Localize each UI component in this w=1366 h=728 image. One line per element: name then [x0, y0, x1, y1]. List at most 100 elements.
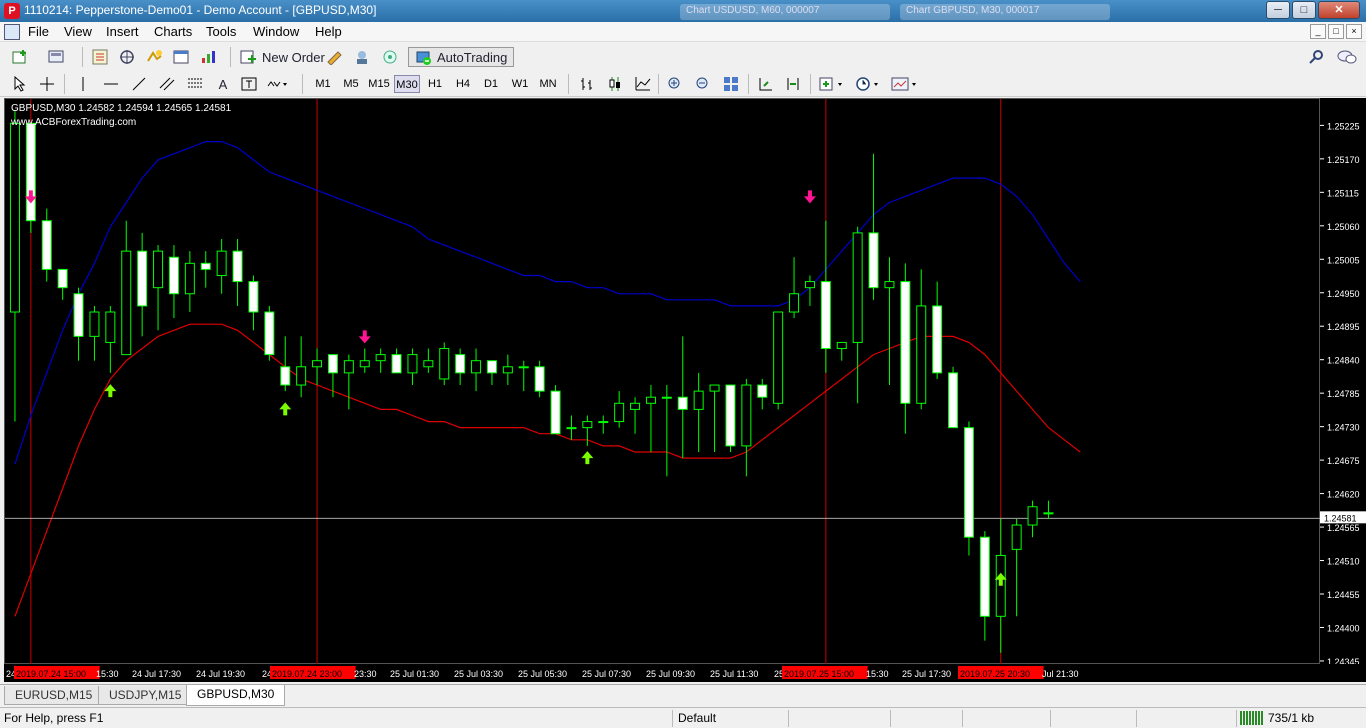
vertical-line-icon[interactable]: [72, 74, 94, 94]
auto-scroll-icon[interactable]: [754, 74, 776, 94]
zoom-out-icon[interactable]: [692, 74, 714, 94]
mdi-close-button[interactable]: ×: [1346, 24, 1362, 39]
time-tick-label: 25 Jul 09:30: [646, 669, 695, 679]
menu-help[interactable]: Help: [315, 24, 342, 39]
bar-chart-icon[interactable]: [576, 74, 598, 94]
navigator-icon[interactable]: [144, 47, 166, 67]
timeframe-m30[interactable]: M30: [394, 75, 420, 93]
new-chart-icon[interactable]: [10, 47, 32, 67]
price-tick-label: 1.25005: [1327, 255, 1360, 265]
timeframe-h4[interactable]: H4: [450, 75, 476, 93]
menu-file[interactable]: File: [28, 24, 49, 39]
timeframe-mn[interactable]: MN: [535, 75, 561, 93]
mdi-minimize-button[interactable]: _: [1310, 24, 1326, 39]
chart-window-icon[interactable]: [4, 24, 20, 40]
status-divider: [1050, 710, 1051, 727]
toolbar-separator: [64, 74, 65, 94]
text-label-icon[interactable]: [238, 74, 260, 94]
trendline-icon[interactable]: [128, 74, 150, 94]
time-tick-label: Jul 21:30: [1042, 669, 1079, 679]
time-tick-label: 25 Jul 05:30: [518, 669, 567, 679]
price-chart[interactable]: GBPUSD,M30 1.24582 1.24594 1.24565 1.245…: [4, 98, 1321, 665]
tab-usdjpy-m15[interactable]: USDJPY,M15: [98, 686, 193, 705]
status-divider: [1236, 710, 1237, 727]
timeframe-d1[interactable]: D1: [478, 75, 504, 93]
candle-body: [916, 305, 927, 404]
chart-symbol-ohlc: GBPUSD,M30 1.24582 1.24594 1.24565 1.245…: [11, 103, 232, 114]
menu-insert[interactable]: Insert: [106, 24, 139, 39]
timeframe-m5[interactable]: M5: [338, 75, 364, 93]
window-title: 1110214: Pepperstone-Demo01 - Demo Accou…: [24, 3, 377, 17]
tab-eurusd-m15[interactable]: EURUSD,M15: [4, 686, 104, 705]
price-axis[interactable]: 1.25225 1.25170 1.25115 1.25060 1.25005 1.249…: [1320, 98, 1366, 667]
candlestick-icon[interactable]: [604, 74, 626, 94]
candle-body: [836, 341, 847, 350]
mdi-controls: _ □ ×: [1310, 24, 1362, 39]
timeframe-m15[interactable]: M15: [366, 75, 392, 93]
market-watch-icon[interactable]: [90, 47, 112, 67]
new-order-button[interactable]: New Order: [236, 47, 329, 67]
candle-body: [121, 250, 132, 356]
signals-icon[interactable]: [352, 47, 374, 67]
profiles-icon[interactable]: [46, 47, 68, 67]
mdi-restore-button[interactable]: □: [1328, 24, 1344, 39]
price-tick-label: 1.25060: [1327, 222, 1360, 232]
line-chart-icon[interactable]: [632, 74, 654, 94]
cursor-icon[interactable]: [8, 74, 30, 94]
menu-view[interactable]: View: [64, 24, 92, 39]
candle-body: [804, 281, 815, 289]
price-tick-label: 1.24785: [1327, 389, 1360, 399]
maximize-button[interactable]: □: [1292, 1, 1316, 19]
community-icon[interactable]: [380, 47, 402, 67]
chart-shift-icon[interactable]: [782, 74, 804, 94]
status-divider: [672, 710, 673, 727]
tab-gbpusd-m30[interactable]: GBPUSD,M30: [186, 685, 286, 706]
minimize-button[interactable]: ─: [1266, 1, 1290, 19]
toolbar-separator: [230, 47, 231, 67]
menu-window[interactable]: Window: [253, 24, 299, 39]
autotrading-button[interactable]: AutoTrading: [408, 47, 515, 67]
terminal-icon[interactable]: [171, 47, 193, 67]
background-window-tab[interactable]: Chart USDUSD, M60, 000007: [680, 4, 890, 20]
horizontal-line-icon[interactable]: [100, 74, 122, 94]
menu-tools[interactable]: Tools: [206, 24, 236, 39]
periods-dropdown-icon[interactable]: [854, 74, 882, 94]
crosshair-icon[interactable]: [36, 74, 58, 94]
time-tick-label: 25 Jul 17:30: [902, 669, 951, 679]
chart-canvas[interactable]: [5, 99, 1321, 665]
toolbar-separator: [658, 74, 659, 94]
zoom-in-icon[interactable]: [664, 74, 686, 94]
autotrading-label: AutoTrading: [437, 49, 508, 65]
current-price-label: 1.24581: [1324, 513, 1357, 523]
close-button[interactable]: ✕: [1318, 1, 1360, 19]
candle-body: [820, 281, 831, 350]
timeframe-w1[interactable]: W1: [507, 75, 533, 93]
text-tool-icon[interactable]: A: [212, 74, 234, 94]
tile-windows-icon[interactable]: [720, 74, 742, 94]
strategy-tester-icon[interactable]: [198, 47, 220, 67]
time-axis[interactable]: 24 2019.07.24 15:00 15:30 24 Jul 17:30 24 Ju…: [4, 664, 1366, 682]
chart-toolbar: A M1 M5 M15 M30 H1 H4 D1 W1 MN: [0, 71, 1366, 97]
arrows-dropdown-icon[interactable]: [266, 74, 288, 94]
data-window-icon[interactable]: [117, 47, 139, 67]
chat-icon[interactable]: [1336, 47, 1358, 67]
connection-status-icon[interactable]: [1240, 711, 1264, 725]
candle-body: [73, 293, 84, 337]
candle-body: [757, 384, 768, 398]
new-order-label: New Order: [262, 49, 325, 65]
candle-body: [407, 354, 418, 374]
background-window-tab[interactable]: Chart GBPUSD, M30, 000017: [900, 4, 1110, 20]
price-tick-label: 1.24565: [1327, 523, 1360, 533]
timeframe-h1[interactable]: H1: [422, 75, 448, 93]
fibonacci-icon[interactable]: [184, 74, 206, 94]
search-icon[interactable]: [1306, 47, 1328, 67]
equidistant-channel-icon[interactable]: [156, 74, 178, 94]
candle-body: [280, 366, 291, 386]
timeframe-m1[interactable]: M1: [310, 75, 336, 93]
status-profile: Default: [678, 711, 717, 725]
menu-charts[interactable]: Charts: [154, 24, 192, 39]
metaeditor-icon[interactable]: [324, 47, 346, 67]
indicators-dropdown-icon[interactable]: [818, 74, 846, 94]
candle-body: [868, 232, 879, 289]
templates-dropdown-icon[interactable]: [890, 74, 920, 94]
